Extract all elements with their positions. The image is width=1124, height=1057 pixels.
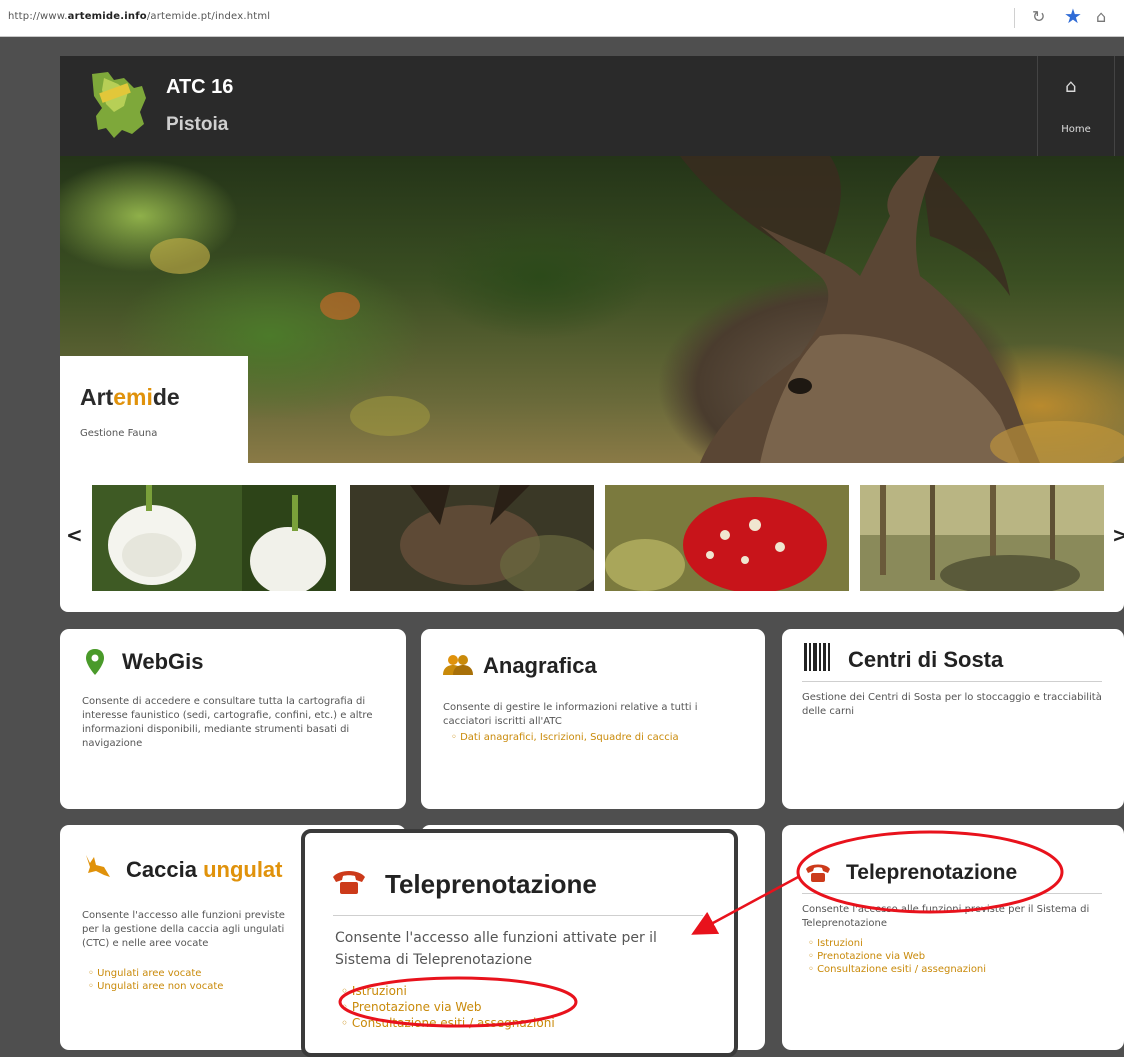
annotation-ellipse-card <box>796 830 1064 914</box>
annotation-arrow <box>691 874 801 935</box>
annotation-overlay <box>338 830 1064 1028</box>
annotation-ellipse-link <box>338 976 578 1028</box>
